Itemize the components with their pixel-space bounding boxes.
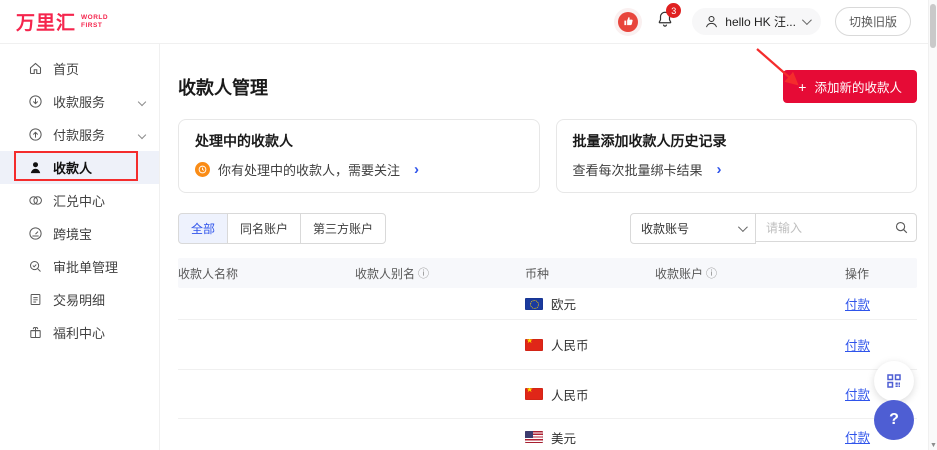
- home-icon: [27, 61, 43, 77]
- col-account: 收款账户ⓘ: [655, 265, 845, 282]
- sidebar-item-crossborder[interactable]: 跨境宝: [0, 217, 159, 250]
- page-title: 收款人管理: [178, 74, 268, 100]
- info-icon[interactable]: ⓘ: [706, 265, 717, 281]
- tab-third-party[interactable]: 第三方账户: [300, 213, 386, 244]
- chevron-down-icon: [138, 130, 146, 138]
- currency-label: 人民币: [551, 385, 589, 404]
- chevron-down-icon: [802, 15, 812, 25]
- sidebar-item-pay-services[interactable]: 付款服务: [0, 118, 159, 151]
- search-icon: [894, 220, 909, 235]
- clock-warning-icon: [195, 162, 210, 177]
- pay-link[interactable]: 付款: [845, 431, 870, 445]
- sidebar-item-receive-services[interactable]: 收款服务: [0, 85, 159, 118]
- sidebar-item-benefits[interactable]: 福利中心: [0, 316, 159, 349]
- worldfirst-logo: 万里汇 WORLD FIRST: [16, 8, 108, 35]
- qr-code-icon: [885, 372, 903, 390]
- cn-flag-icon: [525, 388, 543, 400]
- arrow-down-circle-icon: [27, 94, 43, 110]
- table-row: 人民币 付款: [178, 370, 917, 419]
- search-input[interactable]: [755, 213, 917, 242]
- pay-link[interactable]: 付款: [845, 339, 870, 353]
- search-check-icon: [27, 259, 43, 275]
- eu-flag-icon: [525, 298, 543, 310]
- card-title: 处理中的收款人: [195, 131, 523, 151]
- payees-table: 收款人名称 收款人别名ⓘ 币种 收款账户ⓘ 操作 欧元 付款 人民币: [178, 258, 917, 450]
- arrow-up-circle-icon: [27, 127, 43, 143]
- switch-old-version-button[interactable]: 切换旧版: [835, 7, 911, 36]
- scrollbar-thumb[interactable]: [930, 4, 936, 48]
- exchange-icon: [27, 193, 43, 209]
- gift-icon: [27, 325, 43, 341]
- rewards-button[interactable]: [614, 8, 642, 36]
- us-flag-icon: [525, 431, 543, 443]
- tab-all[interactable]: 全部: [178, 213, 228, 244]
- gauge-icon: [27, 226, 43, 242]
- help-button[interactable]: ?: [874, 400, 914, 440]
- currency-label: 美元: [551, 428, 576, 447]
- table-row: 美元 付款: [178, 419, 917, 450]
- table-header: 收款人名称 收款人别名ⓘ 币种 收款账户ⓘ 操作: [178, 258, 917, 288]
- sidebar-nav: 首页 收款服务 付款服务 收款人 汇兑中心: [0, 44, 160, 450]
- sidebar-item-payees[interactable]: 收款人: [0, 151, 159, 184]
- table-row: 欧元 付款: [178, 288, 917, 320]
- user-menu[interactable]: hello HK 汪...: [692, 8, 821, 35]
- cn-flag-icon: [525, 339, 543, 351]
- user-name: hello HK 汪...: [725, 13, 796, 30]
- account-type-tabs: 全部 同名账户 第三方账户: [178, 213, 386, 244]
- scrollbar-down-arrow[interactable]: ▼: [929, 442, 937, 449]
- sidebar-item-transactions[interactable]: 交易明细: [0, 283, 159, 316]
- add-payee-button[interactable]: + 添加新的收款人: [783, 70, 917, 103]
- document-list-icon: [27, 292, 43, 308]
- person-icon: [27, 160, 43, 176]
- col-payee-name: 收款人名称: [178, 265, 355, 282]
- pending-payees-card: 处理中的收款人 你有处理中的收款人，需要关注 ›: [178, 119, 540, 193]
- info-icon[interactable]: ⓘ: [418, 265, 429, 281]
- sidebar-item-exchange-center[interactable]: 汇兑中心: [0, 184, 159, 217]
- question-mark-icon: ?: [889, 411, 899, 429]
- pay-link[interactable]: 付款: [845, 388, 870, 402]
- main-content: 收款人管理 + 添加新的收款人 处理中的收款人 你有处理中的收款人，需要关注 ›…: [160, 44, 937, 450]
- top-header: 万里汇 WORLD FIRST 3 hello HK 汪...: [0, 0, 937, 44]
- currency-label: 人民币: [551, 335, 589, 354]
- qr-code-button[interactable]: [874, 361, 914, 401]
- table-row: 人民币 付款: [178, 320, 917, 370]
- card-desc-text: 查看每次批量绑卡结果: [573, 160, 703, 179]
- col-actions: 操作: [845, 265, 917, 282]
- sidebar-item-home[interactable]: 首页: [0, 52, 159, 85]
- search-field-select[interactable]: 收款账号: [630, 213, 756, 244]
- thumbs-up-icon: [618, 12, 638, 32]
- pay-link[interactable]: 付款: [845, 298, 870, 312]
- col-currency: 币种: [525, 265, 655, 282]
- chevron-down-icon: [138, 97, 146, 105]
- page-scrollbar[interactable]: ▼: [928, 0, 937, 450]
- notifications-button[interactable]: 3: [656, 10, 674, 33]
- currency-label: 欧元: [551, 294, 576, 313]
- sidebar-item-approvals[interactable]: 审批单管理: [0, 250, 159, 283]
- col-payee-alias: 收款人别名ⓘ: [355, 265, 525, 282]
- logo-cn-text: 万里汇: [16, 8, 76, 35]
- card-desc-text: 你有处理中的收款人，需要关注: [218, 160, 400, 179]
- tab-same-name[interactable]: 同名账户: [227, 213, 301, 244]
- card-title: 批量添加收款人历史记录: [573, 131, 901, 151]
- batch-history-card: 批量添加收款人历史记录 查看每次批量绑卡结果 ›: [556, 119, 918, 193]
- user-icon: [704, 14, 719, 29]
- chevron-down-icon: [738, 222, 748, 232]
- logo-en-text: WORLD FIRST: [81, 14, 108, 29]
- chevron-right-icon[interactable]: ›: [414, 162, 419, 177]
- chevron-right-icon[interactable]: ›: [717, 162, 722, 177]
- notification-badge: 3: [666, 3, 681, 18]
- plus-icon: +: [798, 80, 806, 94]
